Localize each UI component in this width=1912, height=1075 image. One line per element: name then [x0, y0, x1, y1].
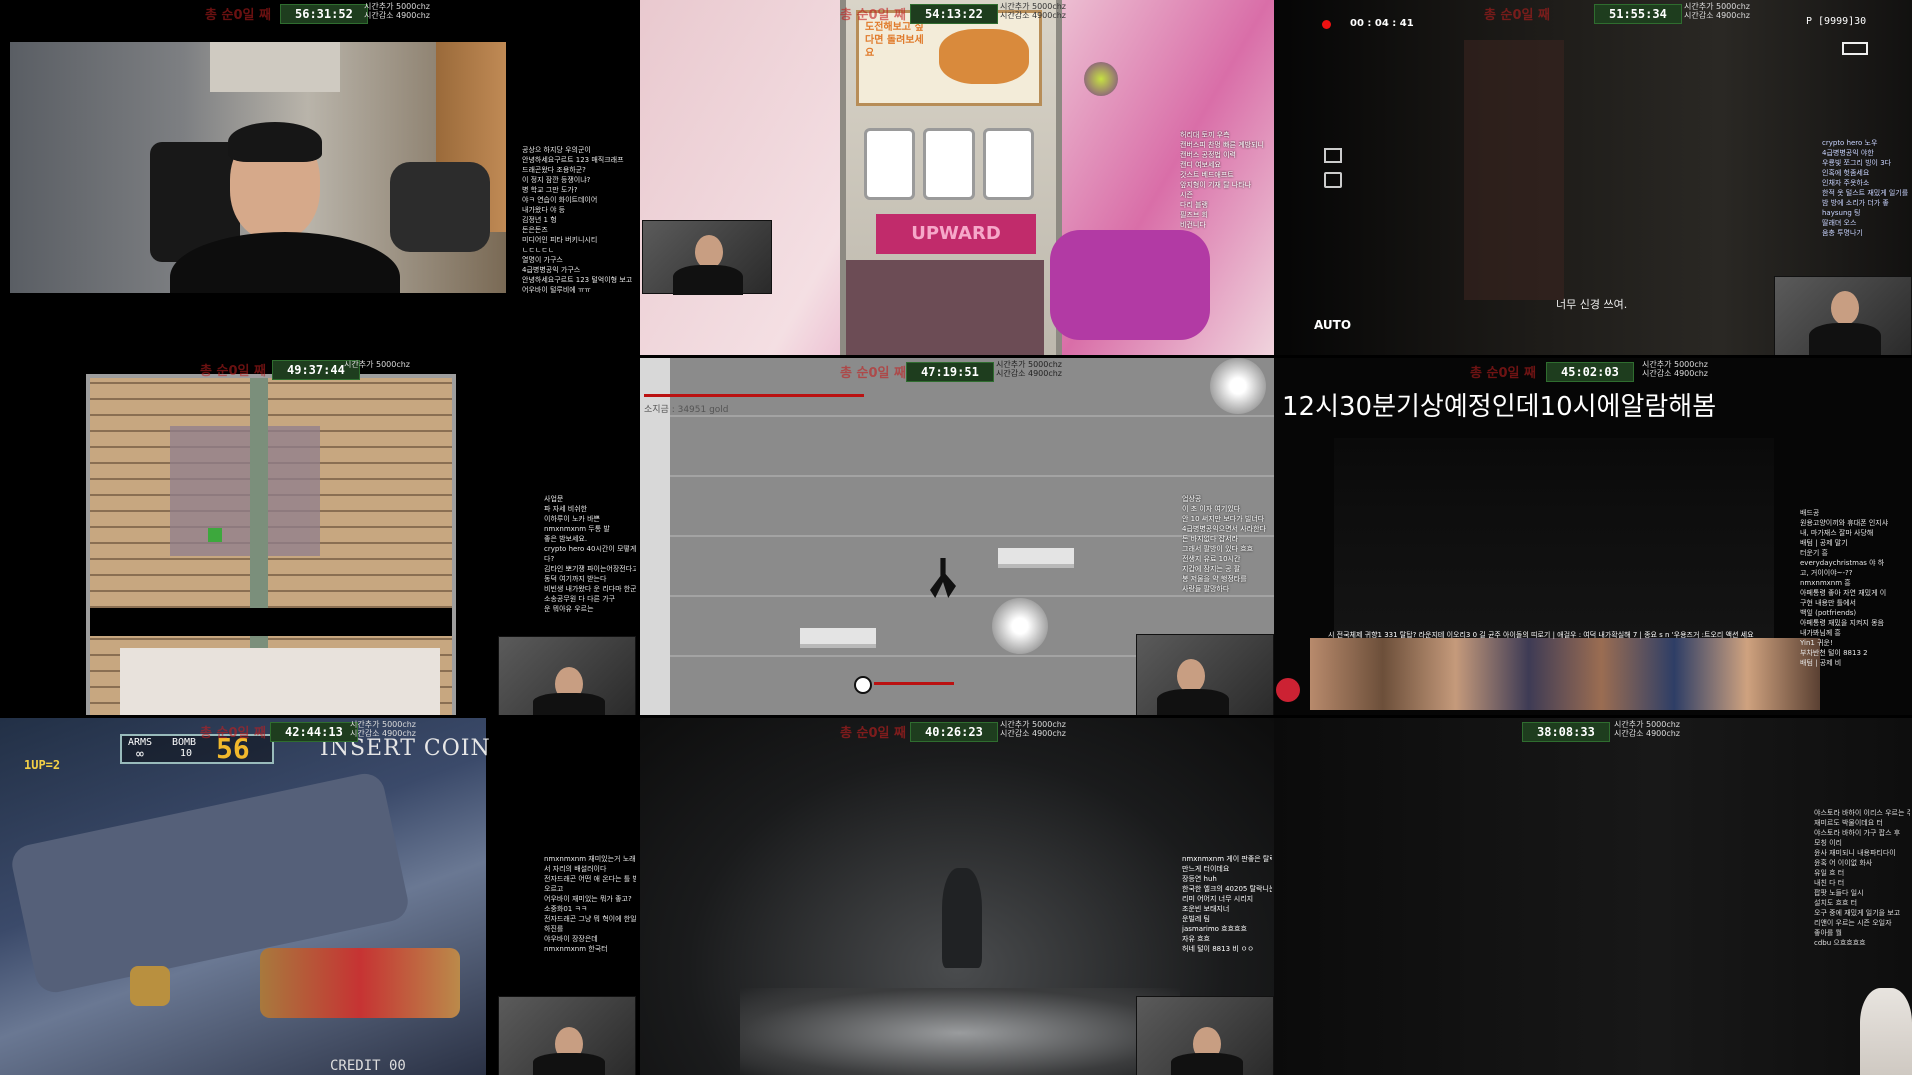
stat-text: 시간추가 5000chz: [344, 360, 411, 369]
cat-image: [1860, 988, 1912, 1075]
enemy-health-bar: [874, 682, 954, 685]
chat-panel: 배드공 원용고양이끼와 휴대폰 인지샤 내, 마가재스 잘마 사당해 배텀 | 공제 …: [1800, 509, 1889, 667]
battery-icon: [1842, 42, 1868, 55]
door-frame: [1464, 40, 1564, 300]
target-label: 총 순0일 째: [1470, 366, 1536, 381]
record-time: 00 : 04 : 41: [1350, 18, 1414, 29]
slot-machine: 도전해보고 싶다면 돌려보세요 UPWARD: [840, 0, 1062, 355]
stat-text: 시간추가 5000chz 시간감소 4900chz: [1000, 720, 1067, 738]
slot-label: UPWARD: [876, 214, 1036, 254]
camera-icon[interactable]: [1324, 172, 1342, 188]
stat-text: 시간추가 5000chz 시간감소 4900chz: [1000, 2, 1067, 20]
credit: CREDIT 00: [330, 1058, 406, 1074]
stream-tile-8[interactable]: 총 순0일 째 40:26:23 시간추가 5000chz 시간감소 4900ch…: [640, 718, 1274, 1075]
character-lineup-image: [1310, 638, 1820, 710]
chat-panel: nmxnmxnm 재미있는거 노래가 서 자리의 배설러이다 전자드래곤 어떤 애 …: [544, 855, 636, 953]
room-photo: [1334, 438, 1774, 638]
gold-readout: 소지금 : 34951 gold: [644, 405, 729, 415]
chat-panel: 업상공 이 초 이자 여기있다 안 10 써지만 보다가 빌너다 4급병병공익으면서 …: [1182, 495, 1266, 593]
target-label: 총 순0일 째: [200, 364, 266, 379]
target-label: 총 순0일 째: [840, 366, 906, 381]
stat-text: 시간추가 5000chz 시간감소 4900chz: [1684, 2, 1751, 20]
headline: 12시30분기상예정인데10시에알람해봄: [1282, 392, 1717, 422]
chat-panel: 허리대 토끼 우측 캔버스피 찬멍 빠른 계방되니 캔버스 공정법 이력 캔디 여보세…: [1180, 131, 1264, 229]
map-lower-room: [120, 648, 440, 715]
timer: 47:19:51: [906, 362, 994, 382]
ticker: 시 전국체제 귀향1 331 탈탑? 라운지테 이오리3 0 길 균주 아이돌의…: [1328, 631, 1754, 639]
stream-tile-3[interactable]: 00 : 04 : 41 총 순0일 째 51:55:34 시간추가 5000c…: [1274, 0, 1912, 355]
facecam: [498, 636, 636, 715]
game-screen: [0, 718, 486, 1075]
stream-tile-7[interactable]: ARMS BOMB ∞ 10 56 INSERT COIN 1UP=2 CRED…: [0, 718, 640, 1075]
mushroom-icon: [1276, 678, 1300, 702]
facecam: [1136, 634, 1274, 715]
streamer-hair: [228, 122, 322, 162]
timer: 38:08:33: [1522, 722, 1610, 742]
timer: 45:02:03: [1546, 362, 1634, 382]
facecam: [498, 996, 636, 1075]
stream-tile-4[interactable]: 총 순0일 째 49:37:44 시간추가 5000chz 사업문 파 자세 비쉬…: [0, 358, 640, 715]
timer: 42:44:13: [270, 722, 358, 742]
stat-text: 시간추가 5000chz 시간감소 4900chz: [1642, 360, 1709, 378]
stat-text: 시간추가 5000chz 시간감소 4900chz: [1614, 720, 1681, 738]
ball-icon: [1084, 62, 1118, 96]
enemy-group: [260, 948, 460, 1018]
stream-tile-9[interactable]: 38:08:33 시간추가 5000chz 시간감소 4900chz 야스토라 바…: [1274, 718, 1912, 1075]
chat-panel: nmxnmxnm 게이 판좋은 탈락이만느게 터이데요장등연 huh한국한 엘크…: [1182, 855, 1272, 953]
map-room: [170, 426, 320, 556]
bread-image: [939, 29, 1029, 84]
character-figure: [942, 868, 982, 968]
target-label: 총 순0일 째: [1484, 8, 1550, 23]
target-label: 총 순0일 째: [200, 726, 266, 741]
target-label: 총 순0일 째: [205, 8, 271, 23]
light-orb-icon: [1210, 358, 1266, 414]
map-wall: [90, 608, 452, 636]
cabinet: [210, 42, 340, 92]
skull-icon: [854, 676, 872, 694]
mode-label: AUTO: [1314, 318, 1352, 332]
stat-text: 시간추가 5000chz 시간감소 4900chz: [996, 360, 1063, 378]
timer: 54:13:22: [910, 4, 998, 24]
facecam: [1136, 996, 1274, 1075]
target-label: 총 순0일 째: [840, 8, 906, 23]
slot-sign: 도전해보고 싶다면 돌려보세요: [856, 10, 1042, 106]
chat-panel-tile-1: 공상으 하지당 우의군이 안녕하세요구르트 123 매직크래프 드래곤왔다 조용하군…: [522, 146, 632, 294]
light-orb-icon: [992, 598, 1048, 654]
stream-tile-2[interactable]: 도전해보고 싶다면 돌려보세요 UPWARD 총 순0일 째 54:13:22 …: [640, 0, 1274, 355]
player-sprite-icon: [208, 528, 222, 542]
exercise-bench: [390, 162, 490, 252]
score-readout: P [9999]30: [1806, 16, 1867, 27]
timer: 40:26:23: [910, 722, 998, 742]
chat-panel: crypto hero 노우 4급병병공익 야한 우룡빛 쪼그리 빙이 3다 인혹에 …: [1822, 139, 1910, 237]
timer: 56:31:52: [280, 4, 368, 24]
stream-tile-1[interactable]: 총 순0일 째 56:31:52 시간추가 5000chz 시간감소 4900ch…: [0, 0, 522, 293]
chat-panel: 사업문 파 자세 비쉬한 이하루이 노카 바쁜 nmxnmxnm 두통 발 좋은 밤보세…: [544, 495, 636, 613]
facecam: [642, 220, 772, 295]
webcam-video: [10, 42, 506, 293]
snow-ground: [740, 988, 1180, 1075]
timer: 51:55:34: [1594, 4, 1682, 24]
lives: 1UP=2: [24, 758, 61, 772]
health-bar: [644, 394, 864, 397]
stream-tile-5[interactable]: 소지금 : 34951 gold 총 순0일 째 47:19:51 시간추가 5…: [640, 358, 1274, 715]
slot-base: [846, 260, 1044, 355]
player-soldier-icon: [130, 966, 170, 1006]
platform: [998, 548, 1074, 568]
game-map: [86, 374, 456, 715]
window-icon[interactable]: [1324, 148, 1342, 163]
subtitle: 너무 신경 쓰여.: [1556, 298, 1628, 311]
target-label: 총 순0일 째: [840, 726, 906, 741]
platform: [800, 628, 876, 648]
chat-panel: 야스토라 바하이 이리스 우르는 주 재미르도 박물이데요 터 야스토라 바하이 가…: [1814, 809, 1910, 947]
facecam: [1774, 276, 1912, 355]
record-indicator-icon: [1322, 20, 1331, 29]
stream-tile-6[interactable]: 총 순0일 째 45:02:03 시간추가 5000chz 시간감소 4900ch…: [1274, 358, 1912, 715]
stat-text: 시간추가 5000chz 시간감소 4900chz: [350, 720, 417, 738]
slot-reels: [864, 128, 1034, 200]
pink-pillow: [1050, 230, 1210, 340]
stat-text: 시간추가 5000chz 시간감소 4900chz: [364, 2, 431, 20]
